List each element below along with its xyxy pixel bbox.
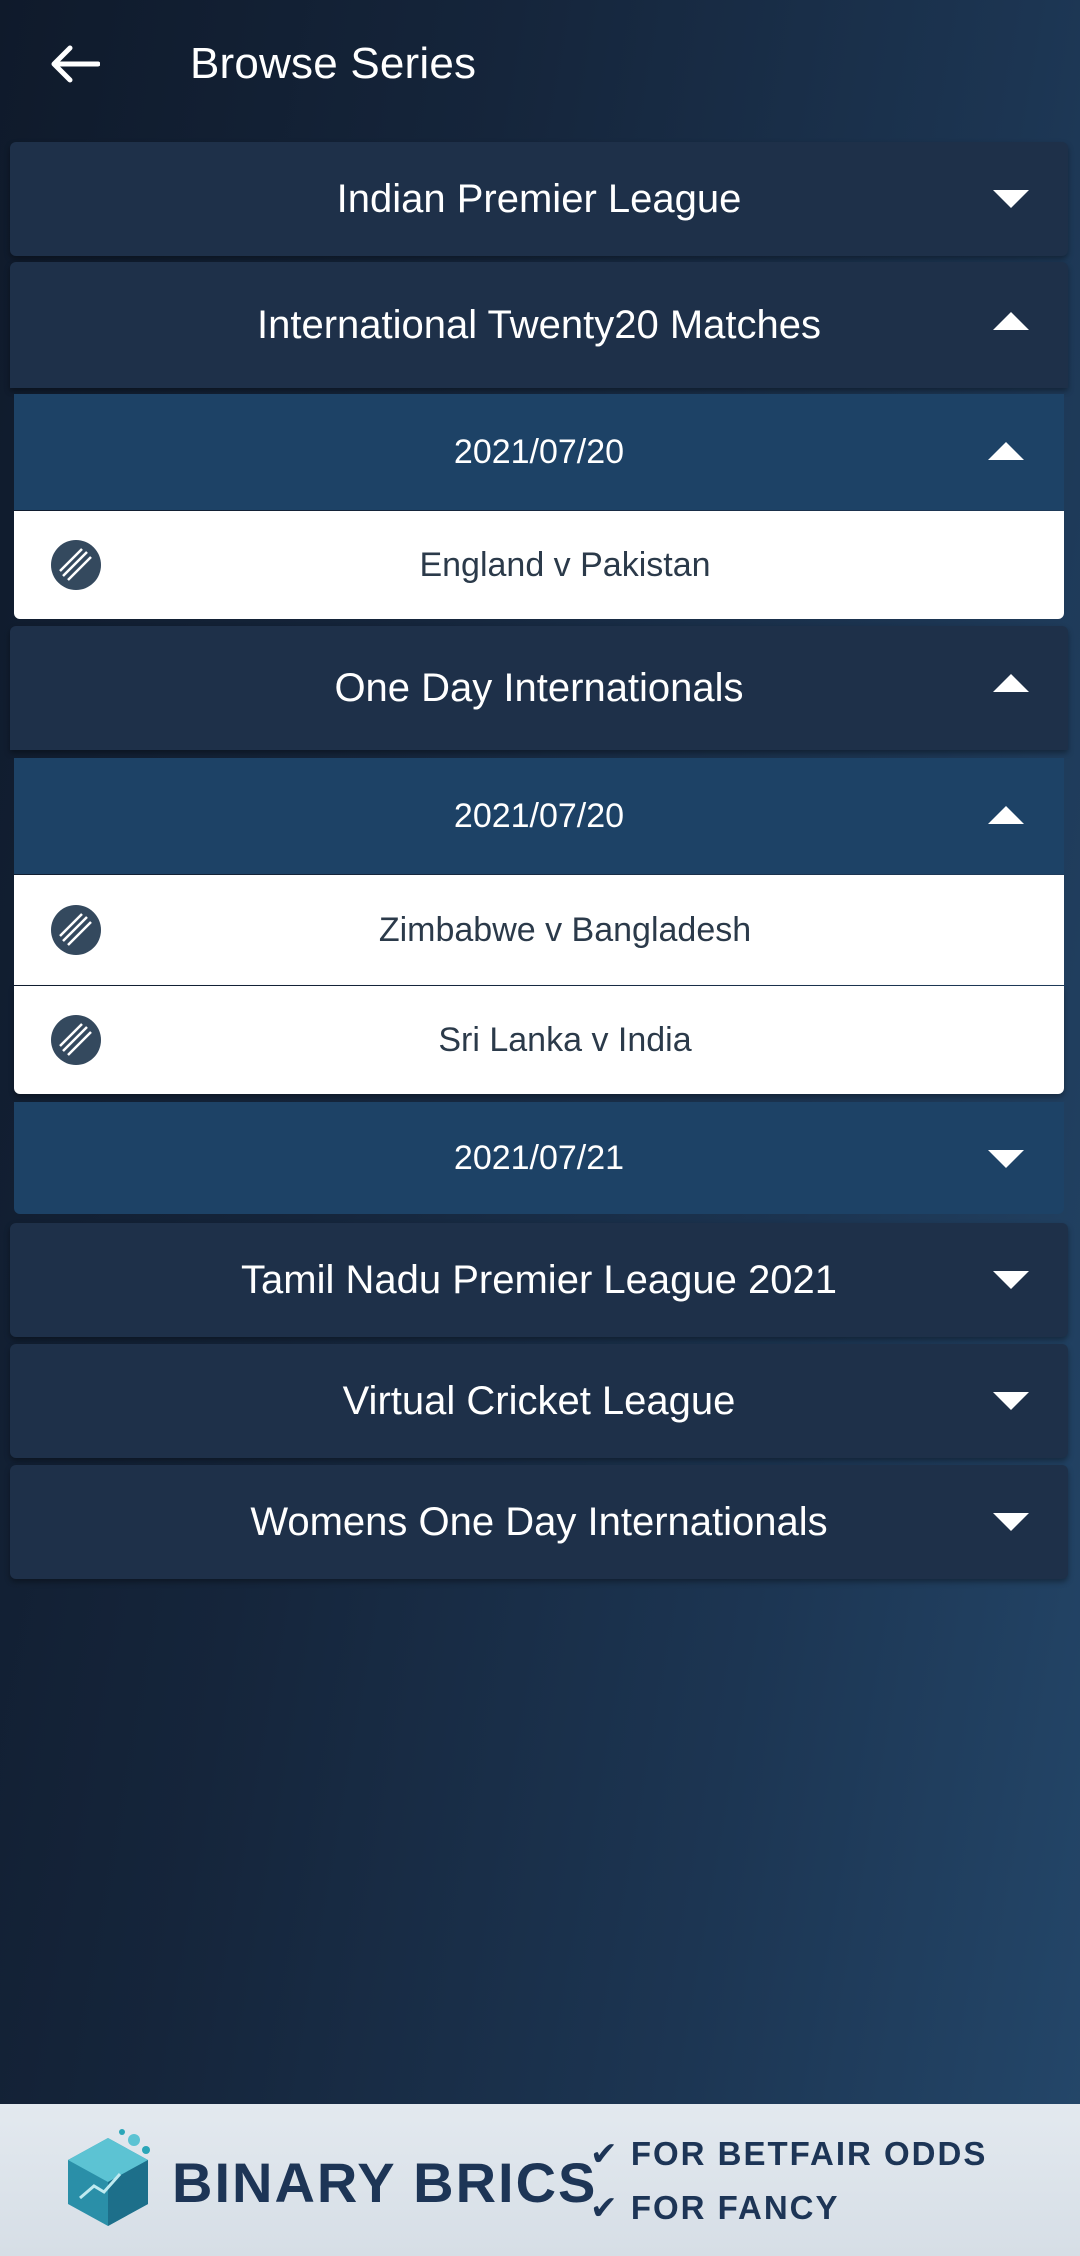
- cricket-ball-icon: [51, 905, 101, 955]
- series-label: Womens One Day Internationals: [250, 1499, 828, 1544]
- chevron-up-icon: [988, 442, 1024, 460]
- match-row-sri-lanka-v-india[interactable]: Sri Lanka v India: [14, 986, 1064, 1094]
- series-label: Virtual Cricket League: [342, 1378, 736, 1423]
- back-arrow-icon: [51, 45, 100, 83]
- match-row-zimbabwe-v-bangladesh[interactable]: Zimbabwe v Bangladesh: [14, 875, 1064, 985]
- date-label: 2021/07/21: [453, 1138, 625, 1177]
- page-title: Browse Series: [190, 39, 477, 88]
- chevron-down-icon: [993, 1513, 1029, 1531]
- chevron-down-icon: [993, 190, 1029, 208]
- chevron-down-icon: [993, 1271, 1029, 1289]
- series-row-indian-premier-league[interactable]: Indian Premier League: [10, 142, 1068, 256]
- top-app-bar: Browse Series: [0, 0, 1080, 130]
- ad-banner[interactable]: BINARY BRICS ✔ FOR BETFAIR ODDS ✔ FOR FA…: [0, 2104, 1080, 2256]
- banner-feature: ✔ FOR FANCY: [590, 2189, 840, 2226]
- cricket-ball-icon: [51, 1015, 101, 1065]
- series-row-international-twenty20[interactable]: International Twenty20 Matches: [10, 262, 1068, 388]
- match-label: England v Pakistan: [419, 545, 711, 584]
- date-row-2021-07-21[interactable]: 2021/07/21: [14, 1102, 1064, 1214]
- chevron-up-icon: [993, 312, 1029, 330]
- chevron-up-icon: [993, 674, 1029, 692]
- date-label: 2021/07/20: [453, 796, 625, 835]
- banner-feature: ✔ FOR BETFAIR ODDS: [590, 2135, 988, 2172]
- cricket-ball-icon: [51, 540, 101, 590]
- series-label: International Twenty20 Matches: [256, 302, 822, 347]
- chevron-down-icon: [988, 1150, 1024, 1168]
- series-label: One Day Internationals: [334, 665, 744, 710]
- series-label: Tamil Nadu Premier League 2021: [241, 1257, 837, 1302]
- binary-brics-logo-icon: [68, 2129, 150, 2226]
- series-row-virtual-cricket-league[interactable]: Virtual Cricket League: [10, 1344, 1068, 1458]
- series-row-tamil-nadu-premier-league[interactable]: Tamil Nadu Premier League 2021: [10, 1223, 1068, 1337]
- series-row-womens-one-day-internationals[interactable]: Womens One Day Internationals: [10, 1465, 1068, 1579]
- date-row-2021-07-20[interactable]: 2021/07/20: [14, 394, 1064, 510]
- match-row-england-v-pakistan[interactable]: England v Pakistan: [14, 511, 1064, 619]
- match-label: Zimbabwe v Bangladesh: [378, 910, 752, 949]
- date-row-2021-07-20[interactable]: 2021/07/20: [14, 758, 1064, 874]
- series-label: Indian Premier League: [336, 176, 742, 221]
- chevron-up-icon: [988, 806, 1024, 824]
- back-button[interactable]: [42, 32, 106, 96]
- brand-name: BINARY BRICS: [172, 2151, 598, 2214]
- chevron-down-icon: [993, 1392, 1029, 1410]
- date-label: 2021/07/20: [453, 432, 625, 471]
- match-label: Sri Lanka v India: [438, 1020, 692, 1059]
- series-row-one-day-internationals[interactable]: One Day Internationals: [10, 626, 1068, 750]
